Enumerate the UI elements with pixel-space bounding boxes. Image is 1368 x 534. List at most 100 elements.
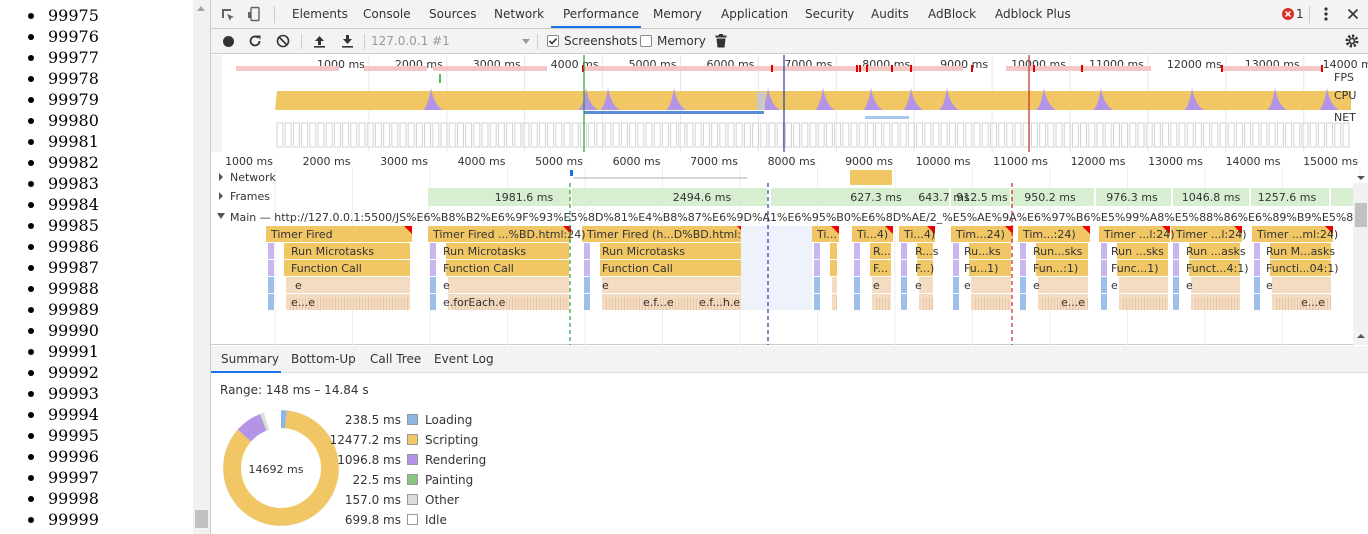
tab-security[interactable]: Security [805, 0, 854, 29]
flame-sub-block[interactable] [854, 260, 860, 276]
flame-sub-block[interactable] [584, 277, 590, 293]
flame-sub-block[interactable] [1254, 277, 1260, 293]
flame-sub-block[interactable] [430, 277, 436, 293]
flame-sub-block[interactable] [953, 277, 959, 293]
flame-sub-block[interactable] [901, 294, 907, 310]
flame-sub-block[interactable] [268, 294, 274, 310]
flame-block[interactable] [832, 277, 837, 293]
timeline-overview[interactable]: 1000 ms 2000 ms 3000 ms 4000 ms 5000 ms 6000 … [211, 55, 1368, 152]
tab-performance[interactable]: Performance [563, 0, 639, 29]
flame-sub-block[interactable] [901, 260, 907, 276]
flame-sub-block[interactable] [1101, 277, 1107, 293]
flame-sub-block[interactable] [1020, 260, 1026, 276]
overview-graph[interactable]: 1000 ms 2000 ms 3000 ms 4000 ms 5000 ms 6000 … [211, 55, 1368, 152]
garbage-collect-icon[interactable] [715, 34, 727, 48]
screenshots-checkbox[interactable] [547, 35, 559, 47]
tab-adblock[interactable]: AdBlock [928, 0, 976, 29]
flame-sub-block[interactable] [814, 294, 820, 310]
flame-block[interactable] [602, 277, 743, 293]
flame-sub-block[interactable] [953, 243, 959, 259]
flame-sub-block[interactable] [1173, 277, 1179, 293]
flame-sub-block[interactable] [854, 243, 860, 259]
save-profile-icon[interactable] [341, 34, 354, 48]
more-options-icon[interactable] [1319, 6, 1333, 22]
load-profile-icon[interactable] [313, 34, 326, 48]
flame-sub-block[interactable] [854, 294, 860, 310]
flame-sub-block[interactable] [1020, 294, 1026, 310]
flame-sub-block[interactable] [1173, 294, 1179, 310]
flame-sub-block[interactable] [814, 260, 820, 276]
tab-network[interactable]: Network [494, 0, 544, 29]
tab-application[interactable]: Application [721, 0, 788, 29]
flame-scroll-thumb[interactable] [1355, 203, 1367, 227]
flame-sub-block[interactable] [1020, 243, 1026, 259]
scroll-up-arrow-icon[interactable] [197, 6, 205, 11]
memory-label[interactable]: Memory [657, 29, 706, 54]
flame-sub-block[interactable] [268, 243, 274, 259]
screenshots-label[interactable]: Screenshots [564, 29, 637, 54]
flame-block[interactable] [448, 277, 569, 293]
tab-audits[interactable]: Audits [871, 0, 909, 29]
device-toolbar-icon[interactable] [247, 6, 263, 22]
main-thread-label[interactable]: Main — http://127.0.0.1:5500/JS%E6%B8%B2… [230, 211, 1368, 224]
flame-sub-block[interactable] [268, 260, 274, 276]
flame-sub-block[interactable] [953, 260, 959, 276]
inspect-element-icon[interactable] [220, 7, 236, 23]
flame-sub-block[interactable] [584, 294, 590, 310]
tab-adblock-plus[interactable]: Adblock Plus [995, 0, 1071, 29]
flame-sub-block[interactable] [430, 260, 436, 276]
tab-summary[interactable]: Summary [221, 346, 279, 373]
flame-sub-block[interactable] [1254, 243, 1260, 259]
reload-record-icon[interactable] [248, 34, 262, 48]
flame-sub-block[interactable] [1101, 243, 1107, 259]
network-track-label[interactable]: Network [230, 171, 277, 184]
flame-sub-block[interactable] [953, 294, 959, 310]
flame-sub-block[interactable] [1254, 260, 1260, 276]
flame-block[interactable] [286, 277, 410, 293]
tab-event-log[interactable]: Event Log [434, 346, 494, 373]
flame-block[interactable] [830, 260, 837, 276]
error-icon[interactable] [1282, 8, 1294, 20]
error-count[interactable]: 1 [1296, 0, 1304, 29]
flame-block[interactable] [830, 243, 837, 259]
frame-bar[interactable] [572, 188, 767, 206]
tab-console[interactable]: Console [363, 0, 411, 29]
flame-sub-block[interactable] [901, 243, 907, 259]
flame-sub-block[interactable] [814, 277, 820, 293]
scroll-thumb[interactable] [195, 510, 208, 528]
tab-call-tree[interactable]: Call Tree [370, 346, 421, 373]
flame-chart-canvas[interactable]: 1000 ms 2000 ms 3000 ms 4000 ms 5000 ms 6000 … [211, 153, 1368, 345]
flame-sub-block[interactable] [584, 260, 590, 276]
flame-block[interactable] [1272, 277, 1331, 293]
flame-sub-block[interactable] [901, 277, 907, 293]
tab-bottom-up[interactable]: Bottom-Up [291, 346, 356, 373]
record-icon[interactable] [222, 35, 235, 48]
flame-block[interactable] [1119, 277, 1168, 293]
flame-block[interactable] [1191, 277, 1240, 293]
flame-sub-block[interactable] [1173, 243, 1179, 259]
flame-sub-block[interactable] [1101, 294, 1107, 310]
flame-sub-block[interactable] [814, 243, 820, 259]
tab-sources[interactable]: Sources [429, 0, 476, 29]
memory-checkbox[interactable] [640, 35, 652, 47]
flame-block[interactable] [971, 277, 1011, 293]
flame-sub-block[interactable] [584, 243, 590, 259]
flame-sub-block[interactable] [854, 277, 860, 293]
flame-block[interactable] [1038, 277, 1088, 293]
tab-memory[interactable]: Memory [653, 0, 702, 29]
flame-chart[interactable]: 1000 ms 2000 ms 3000 ms 4000 ms 5000 ms 6000 … [211, 153, 1368, 345]
chevron-down-icon[interactable] [522, 39, 530, 44]
tab-elements[interactable]: Elements [292, 0, 348, 29]
frames-track-label[interactable]: Frames [230, 190, 270, 203]
clear-icon[interactable] [276, 34, 290, 48]
flame-sub-block[interactable] [1020, 277, 1026, 293]
flame-sub-block[interactable] [1254, 294, 1260, 310]
close-icon[interactable] [1347, 8, 1359, 20]
settings-gear-icon[interactable] [1344, 33, 1360, 49]
flame-sub-block[interactable] [1101, 260, 1107, 276]
profile-select[interactable]: 127.0.0.1 #1 [371, 29, 450, 54]
flame-sub-block[interactable] [430, 294, 436, 310]
flame-sub-block[interactable] [430, 243, 436, 259]
page-scrollbar[interactable] [193, 0, 210, 534]
flame-sub-block[interactable] [1173, 260, 1179, 276]
